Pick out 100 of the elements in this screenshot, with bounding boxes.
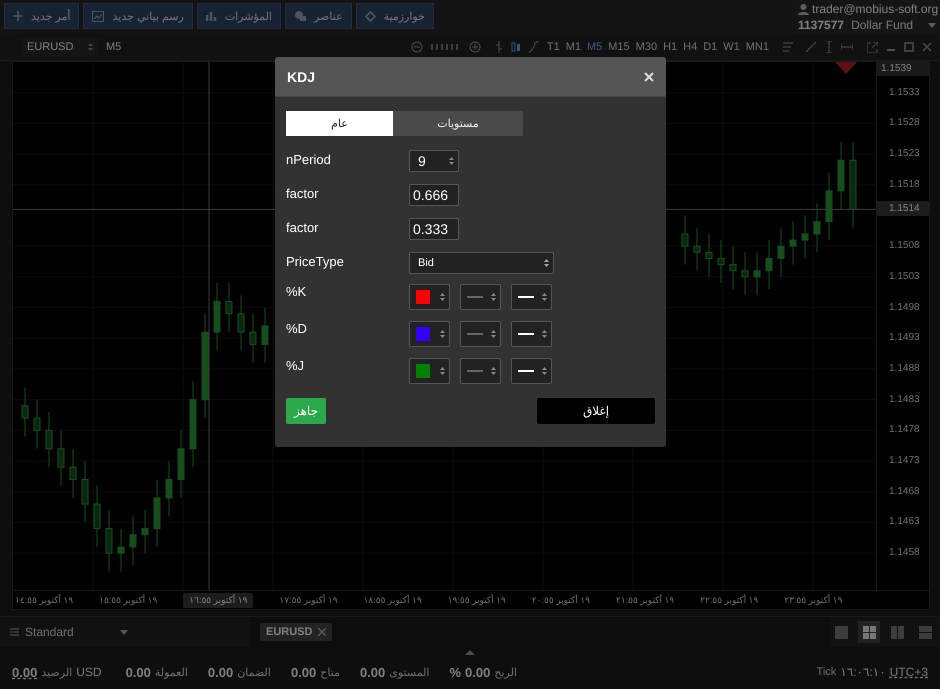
price-label: 1.1533 [889,86,920,100]
line-sample-icon [467,368,483,372]
number-spinner[interactable]: 9 [409,150,459,172]
time-label: ١٩ أكتوبر ١٧:٥٥ [279,594,338,606]
timeframe-button[interactable]: M30 [636,41,658,53]
time-label: ١٩ أكتوبر ١٥:٥٥ [99,594,158,606]
zoom-slider-icon[interactable] [430,44,461,50]
time-label: ١٩ أكتوبر ٢٠:٥٥ [532,594,590,606]
timeframe-button[interactable]: M1 [566,41,581,53]
close-icon[interactable] [318,628,326,636]
grid-icon [862,626,876,638]
price-label: 1.1473 [889,454,920,468]
timeframe-button[interactable]: H1 [663,41,678,53]
price-label: 1.1503 [889,270,920,284]
field-label: nPeriod [286,152,332,166]
vertical-line-icon[interactable] [825,41,833,53]
field-label: %J [286,358,306,373]
maximize-icon[interactable] [904,42,914,52]
timezone-link[interactable]: UTC+3 [890,665,928,679]
status-label: الضمان [237,666,271,678]
candle [154,479,160,548]
time-label: ١٩ أكتوبر ١٨:٥٥ [364,594,422,606]
toolbar-button[interactable]: المؤشرات [196,3,281,29]
spinner-arrows-icon [542,328,547,338]
line-width-select[interactable] [511,358,552,384]
candle [70,448,76,498]
plus-icon [13,11,23,21]
timeframe-button[interactable]: MN1 [746,41,769,53]
price-label: 1.1483 [889,392,920,407]
caret-icon[interactable] [120,630,128,634]
line-type-icon[interactable] [528,41,539,53]
bar-type-icon[interactable] [494,41,503,53]
timeframe-button[interactable]: M15 [608,41,630,53]
timeframe-button[interactable]: M5 [586,41,602,53]
timeframe-button[interactable]: T1 [546,41,560,53]
line-width-select[interactable] [511,284,552,310]
candle [790,221,796,266]
field-label: factor [286,220,320,234]
price-type-select[interactable]: Bid [409,252,554,274]
candle [730,246,736,290]
timeframe-button[interactable]: D1 [703,41,718,53]
toolbar-button[interactable]: عناصر [284,3,352,29]
timeframe-button[interactable]: H4 [683,41,698,53]
close-button[interactable]: إغلاق [537,398,655,424]
toolbar-button[interactable]: أمر جديد [4,3,80,29]
input-field[interactable]: 0.666 [409,184,459,206]
horizontal-line-icon[interactable] [841,43,853,51]
field-label: factor [286,186,320,200]
candle [94,485,100,548]
dialog-tab[interactable]: عام [286,111,393,136]
candle [226,282,232,333]
profile-select[interactable]: Standard [25,625,74,639]
candle [22,386,28,437]
spinner-arrows-icon [491,328,496,338]
price-label: 1.1528 [889,116,920,130]
toolbar-button[interactable]: خوارزمية [356,3,434,29]
candle [694,227,700,272]
color-picker[interactable] [409,358,450,384]
toolbar-button[interactable]: رسم بياني جديد [83,3,193,29]
spinner-arrows-icon [88,42,93,52]
price-label: 1.1468 [889,484,920,499]
spinner-arrows-icon [542,366,547,376]
candle [682,215,688,266]
time-label: ١٩ أكتوبر ٢١:٥٥ [616,594,674,606]
diamond-icon [364,10,376,22]
status-label: العمولة [154,666,188,678]
candle [106,510,112,572]
diagonal-line-icon[interactable] [805,41,817,53]
caret-icon[interactable] [928,22,936,28]
dialog-tab[interactable]: مستويات [393,111,523,136]
candle-type-icon[interactable] [510,41,521,53]
timeframe-button[interactable]: W1 [723,41,740,53]
popout-icon[interactable] [867,42,878,52]
user-email[interactable]: trader@mobius-soft.org [812,2,938,16]
candle [82,460,88,523]
zoom-out-icon[interactable] [410,41,423,53]
status-value: 0.00 [465,664,490,680]
layout-button[interactable] [858,621,880,643]
chart-tab[interactable]: EURUSD [260,623,332,641]
line-style-select[interactable] [460,284,501,310]
color-picker[interactable] [409,320,450,346]
status-value: 0.00 [360,664,386,680]
candle [706,233,712,278]
ok-button[interactable]: جاهز [286,398,326,424]
color-picker[interactable] [409,284,450,310]
symbol-select[interactable]: EURUSD [22,38,98,56]
balance-value: 0.00 [12,664,38,680]
zoom-in-icon[interactable] [468,41,481,53]
menu-icon[interactable] [10,628,19,636]
line-style-select[interactable] [460,358,501,384]
candle [58,430,64,486]
input-field[interactable]: 0.333 [409,218,459,240]
line-style-select[interactable] [460,320,501,346]
line-width-select[interactable] [511,320,552,346]
candle [166,460,172,517]
chart-icon [92,10,104,22]
user-icon [798,4,809,14]
spinner-arrows-icon [544,258,549,268]
price-label: 1.1523 [889,147,920,162]
spinner-arrows-icon [440,366,445,376]
